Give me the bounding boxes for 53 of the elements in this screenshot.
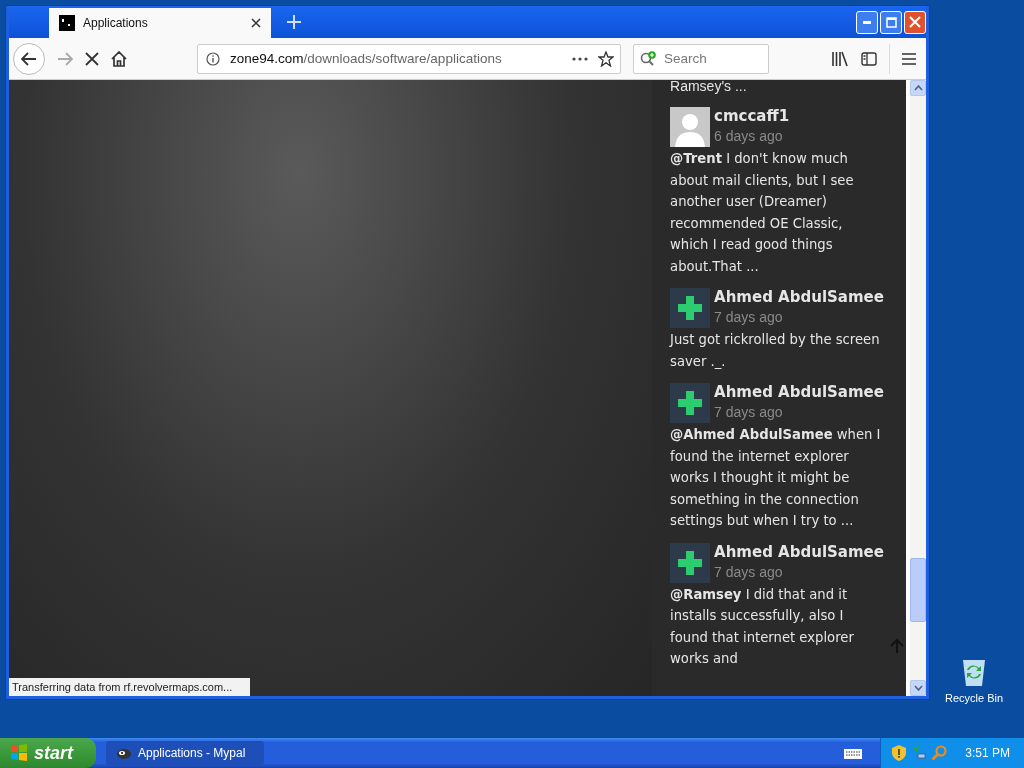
comment-time: 7 days ago xyxy=(714,562,784,582)
comment-text: @Ahmed AbdulSamee when I found the internet explorer works I thought it might be something in the connection settings but when I try to ... xyxy=(670,426,882,530)
close-tab-icon[interactable] xyxy=(251,18,261,28)
scrollbar[interactable] xyxy=(910,80,926,696)
comment-time: 7 days ago xyxy=(714,308,784,327)
new-tab-icon[interactable] xyxy=(287,15,301,29)
info-icon[interactable] xyxy=(206,51,220,66)
close-button[interactable] xyxy=(904,10,926,34)
comment-time: 6 days ago xyxy=(714,127,784,146)
search-icon xyxy=(640,50,658,67)
back-button[interactable] xyxy=(13,42,45,75)
status-text: Transferring data from rf.revolvermaps.com... xyxy=(9,678,251,696)
scroll-down-icon[interactable] xyxy=(910,680,926,696)
browser-tab[interactable]: Applications xyxy=(49,8,271,38)
comment-time: 7 days ago xyxy=(714,403,784,422)
avatar-icon xyxy=(670,288,711,328)
back-icon xyxy=(21,51,37,66)
site-icon xyxy=(59,15,75,31)
shield-icon[interactable] xyxy=(891,744,908,762)
home-icon[interactable] xyxy=(111,50,127,67)
search-field[interactable]: Search xyxy=(633,43,769,74)
scroll-thumb[interactable] xyxy=(910,558,926,622)
comment-text: @Trent I don't know much about mail clients, but I see another user (Dreamer) recommended OE Classic, which I read good things about.That ... xyxy=(670,150,855,276)
star-icon[interactable] xyxy=(598,50,614,67)
sidebar-icon[interactable] xyxy=(861,50,877,67)
keyboard-icon[interactable] xyxy=(844,747,863,759)
desktop-icon-label[interactable]: Recycle Bin xyxy=(944,692,1004,704)
comment-text: Just got rickrolled by the screen saver ._. xyxy=(670,331,881,371)
more-icon[interactable] xyxy=(572,56,588,61)
comment-author[interactable]: Ahmed AbdulSamee xyxy=(714,383,884,402)
taskbar-button[interactable]: Applications - Mypal xyxy=(106,741,264,765)
address-bar[interactable]: zone94.com/downloads/software/applications xyxy=(197,43,621,74)
minimize-button[interactable] xyxy=(856,10,878,34)
windows-logo-icon xyxy=(10,744,28,762)
comment-author[interactable]: cmccaff1 xyxy=(714,107,790,126)
avatar-icon xyxy=(670,107,711,147)
library-icon[interactable] xyxy=(831,50,849,67)
comment-text: Ramsey's ... xyxy=(670,80,748,96)
stop-icon[interactable] xyxy=(85,51,99,66)
comment-author[interactable]: Ahmed AbdulSamee xyxy=(714,542,884,562)
scroll-up-icon[interactable] xyxy=(910,80,926,96)
maximize-button[interactable] xyxy=(880,10,902,34)
avatar-icon xyxy=(670,383,711,423)
start-button[interactable]: start xyxy=(0,738,96,768)
app-icon xyxy=(116,746,132,760)
menu-icon[interactable] xyxy=(902,52,916,65)
minimize-icon xyxy=(863,20,871,24)
close-icon xyxy=(909,16,921,28)
network-icon[interactable] xyxy=(911,745,928,761)
maximize-icon xyxy=(885,16,897,28)
avatar-icon xyxy=(670,542,711,583)
comment-text: @Ramsey I did that and it installs successfully, also I found that internet explorer works and xyxy=(670,585,855,668)
comment-author[interactable]: Ahmed AbdulSamee xyxy=(714,288,884,307)
